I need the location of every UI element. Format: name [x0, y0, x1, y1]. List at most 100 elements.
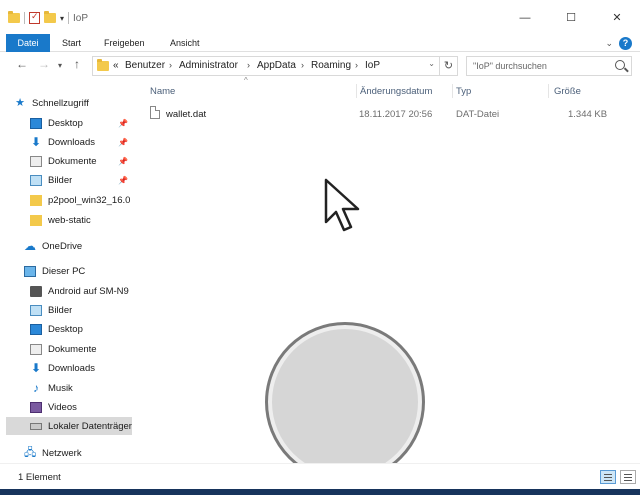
address-bar[interactable]: « Benutzer › Administrator › AppData › R…: [92, 56, 440, 76]
breadcrumb-benutzer[interactable]: Benutzer: [125, 60, 165, 71]
search-input[interactable]: "IoP" durchsuchen: [466, 56, 632, 76]
back-icon[interactable]: ←: [16, 57, 28, 71]
title-bar: ▾ IoP — ☐ ✕: [0, 0, 640, 36]
item-count: 1 Element: [18, 472, 61, 483]
breadcrumb-roaming[interactable]: Roaming: [311, 60, 351, 71]
pin-icon[interactable]: 📌: [118, 157, 128, 166]
column-divider[interactable]: [356, 84, 357, 98]
chevron-right-icon[interactable]: ›: [247, 60, 250, 70]
window-title: IoP: [73, 12, 89, 24]
pin-icon[interactable]: 📌: [118, 176, 128, 185]
documents-icon: [30, 155, 42, 167]
file-size: 1.344 KB: [568, 109, 608, 120]
navigation-pane: ★ Schnellzugriff Desktop 📌 ⬇ Downloads 📌…: [0, 88, 140, 463]
nav-label: Schnellzugriff: [32, 97, 89, 109]
status-bar: 1 Element: [0, 463, 640, 489]
nav-item-android[interactable]: Android auf SM-N9: [30, 282, 140, 300]
music-icon: ♪: [33, 380, 39, 395]
sort-arrow-icon: ^: [244, 76, 248, 85]
nav-label: Dokumente: [48, 343, 97, 355]
file-type: DAT-Datei: [456, 109, 500, 120]
documents-icon: [30, 343, 42, 355]
desktop-icon: [30, 323, 42, 335]
help-icon[interactable]: ?: [619, 37, 632, 50]
minimize-button[interactable]: —: [502, 6, 548, 30]
ribbon: Datei Start Freigeben Ansicht ⌄ ?: [0, 34, 640, 52]
nav-label: Android auf SM-N9: [48, 285, 129, 297]
network-icon: 🖧: [24, 446, 37, 459]
file-name: wallet.dat: [166, 109, 207, 120]
column-header-type[interactable]: Typ: [456, 86, 471, 97]
folder-icon: [30, 214, 42, 226]
close-button[interactable]: ✕: [594, 6, 640, 30]
properties-icon[interactable]: [29, 11, 40, 24]
nav-label: p2pool_win32_16.0: [48, 194, 131, 206]
cloud-icon: ☁: [24, 238, 36, 253]
nav-label: web-static: [48, 214, 91, 226]
mouse-cursor-icon: [324, 178, 360, 232]
column-header-date[interactable]: Änderungsdatum: [360, 86, 432, 97]
pictures-icon: [30, 174, 42, 186]
chevron-down-icon[interactable]: ⌄: [428, 59, 435, 68]
tab-file[interactable]: Datei: [6, 34, 50, 52]
pin-icon[interactable]: 📌: [118, 119, 128, 128]
breadcrumb-overflow[interactable]: «: [113, 60, 119, 71]
column-header-name[interactable]: Name: [150, 86, 175, 97]
folder-icon: [8, 11, 20, 23]
desktop-icon: [30, 117, 42, 129]
tab-view[interactable]: Ansicht: [170, 34, 200, 52]
new-folder-icon[interactable]: [44, 11, 56, 23]
pin-icon[interactable]: 📌: [118, 138, 128, 147]
column-divider[interactable]: [452, 84, 453, 98]
pictures-icon: [30, 304, 42, 316]
nav-item-p2pool[interactable]: p2pool_win32_16.0: [30, 191, 140, 209]
address-row: ← → ▾ ↑ « Benutzer › Administrator › App…: [0, 53, 640, 79]
up-icon[interactable]: ↑: [74, 57, 80, 71]
quick-access-toolbar: ▾ IoP: [8, 11, 89, 24]
nav-label: Desktop: [48, 323, 83, 335]
column-divider[interactable]: [548, 84, 549, 98]
forward-icon[interactable]: →: [38, 57, 50, 71]
nav-label: Dieser PC: [42, 265, 86, 277]
expand-ribbon-icon[interactable]: ⌄: [605, 38, 613, 49]
taskbar-edge: [0, 489, 640, 495]
touch-indicator: [265, 322, 425, 482]
phone-icon: [30, 285, 42, 297]
breadcrumb-iop[interactable]: IoP: [365, 60, 380, 71]
tab-share[interactable]: Freigeben: [104, 34, 145, 52]
customize-toolbar-icon[interactable]: ▾: [60, 14, 64, 23]
computer-icon: [24, 265, 36, 277]
folder-icon: [97, 59, 109, 71]
chevron-right-icon[interactable]: ›: [169, 60, 172, 70]
videos-icon: [30, 401, 42, 413]
tab-home[interactable]: Start: [62, 34, 81, 52]
column-header-size[interactable]: Größe: [554, 86, 581, 97]
details-view-icon[interactable]: [600, 470, 616, 484]
file-date: 18.11.2017 20:56: [359, 109, 433, 120]
chevron-right-icon[interactable]: ›: [355, 60, 358, 70]
nav-label: Lokaler Datenträger: [48, 420, 132, 432]
nav-quick-access[interactable]: ★ Schnellzugriff: [14, 94, 154, 112]
refresh-button[interactable]: ↻: [440, 56, 458, 76]
search-placeholder: "IoP" durchsuchen: [473, 61, 547, 71]
folder-icon: [30, 194, 42, 206]
star-icon: ★: [15, 96, 25, 109]
nav-label: Dokumente: [48, 155, 97, 167]
maximize-button[interactable]: ☐: [548, 6, 594, 30]
table-row[interactable]: wallet.dat 18.11.2017 20:56 DAT-Datei 1.…: [148, 106, 618, 124]
large-icons-view-icon[interactable]: [620, 470, 636, 484]
nav-label: Bilder: [48, 304, 73, 316]
nav-label: OneDrive: [42, 240, 83, 252]
nav-label: Musik: [48, 382, 73, 394]
nav-item-local-disk[interactable]: Lokaler Datenträger: [6, 417, 132, 435]
nav-label: Bilder: [48, 174, 73, 186]
nav-label: Desktop: [48, 117, 83, 129]
chevron-right-icon[interactable]: ›: [301, 60, 304, 70]
breadcrumb-appdata[interactable]: AppData: [257, 60, 296, 71]
separator: [24, 12, 25, 24]
nav-label: Videos: [48, 401, 77, 413]
search-icon: [615, 60, 625, 70]
breadcrumb-administrator[interactable]: Administrator: [179, 60, 238, 71]
recent-locations-icon[interactable]: ▾: [58, 61, 62, 70]
download-icon: ⬇: [30, 360, 42, 375]
